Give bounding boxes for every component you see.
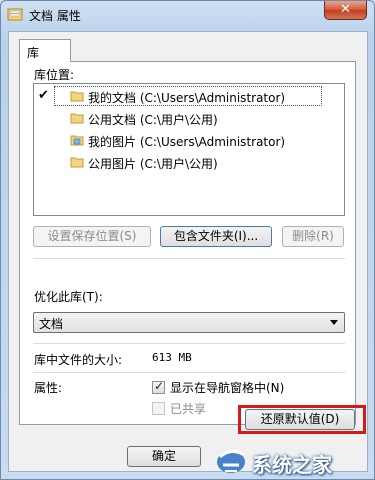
show-in-nav-label: 显示在导航窗格中(N) <box>170 381 285 395</box>
location-text: 公用文档 (C:\用户\公用) <box>88 113 218 127</box>
location-text: 我的文档 (C:\Users\Administrator) <box>88 91 286 105</box>
watermark-text: 系统之家 <box>252 453 332 477</box>
folder-icon <box>70 91 84 102</box>
shared-label: 已共享 <box>170 402 207 416</box>
divider <box>33 258 345 259</box>
location-text: 我的图片 (C:\Users\Administrator) <box>88 135 286 149</box>
divider <box>33 372 345 373</box>
default-check-icon: ✔ <box>38 88 49 103</box>
shared-checkbox[interactable] <box>152 402 165 415</box>
list-item[interactable]: 公用图片 (C:\用户\公用) <box>34 152 344 174</box>
set-save-location-button[interactable]: 设置保存位置(S) <box>33 226 151 247</box>
size-label: 库中文件的大小: <box>34 353 123 367</box>
tab-library[interactable]: 库 <box>19 39 71 62</box>
divider <box>33 343 345 344</box>
close-button[interactable]: ✕ <box>324 1 367 20</box>
chevron-down-icon <box>330 320 338 325</box>
tab-panel: 库位置: ✔ 我的文档 (C:\Users\Administrator) 公用文… <box>19 61 356 425</box>
optimize-select[interactable]: 文档 <box>33 312 345 333</box>
folder-icon <box>70 157 84 168</box>
list-item[interactable]: 公用文档 (C:\用户\公用) <box>34 108 344 130</box>
remove-button[interactable]: 删除(R) <box>282 226 344 247</box>
highlight-box <box>238 405 366 434</box>
list-item[interactable]: 我的图片 (C:\Users\Administrator) <box>34 130 344 152</box>
attributes-label: 属性: <box>34 381 63 395</box>
watermark: 系统之家 <box>206 441 375 480</box>
window-title: 文档 属性 <box>29 9 81 23</box>
library-locations-list[interactable]: ✔ 我的文档 (C:\Users\Administrator) 公用文档 (C:… <box>33 83 345 216</box>
library-icon <box>7 8 23 21</box>
pictures-folder-icon <box>70 135 84 146</box>
folder-icon <box>70 113 84 124</box>
close-icon: ✕ <box>340 2 351 17</box>
properties-window: 文档 属性 ✕ 库 库位置: ✔ 我的文档 (C:\Users\Administ… <box>0 0 375 480</box>
ok-button[interactable]: 确定 <box>127 446 201 467</box>
watermark-logo-icon <box>217 450 245 473</box>
size-value: 613 MB <box>152 351 192 364</box>
title-bar[interactable]: 文档 属性 ✕ <box>1 1 374 29</box>
show-in-nav-checkbox[interactable] <box>152 379 165 394</box>
list-item[interactable]: ✔ 我的文档 (C:\Users\Administrator) <box>34 86 344 108</box>
include-folder-button[interactable]: 包含文件夹(I)... <box>160 226 272 247</box>
optimize-value: 文档 <box>39 317 64 331</box>
library-locations-label: 库位置: <box>34 68 75 82</box>
location-text: 公用图片 (C:\用户\公用) <box>88 157 218 171</box>
optimize-label: 优化此库(T): <box>34 290 103 304</box>
tab-label: 库 <box>27 46 40 60</box>
